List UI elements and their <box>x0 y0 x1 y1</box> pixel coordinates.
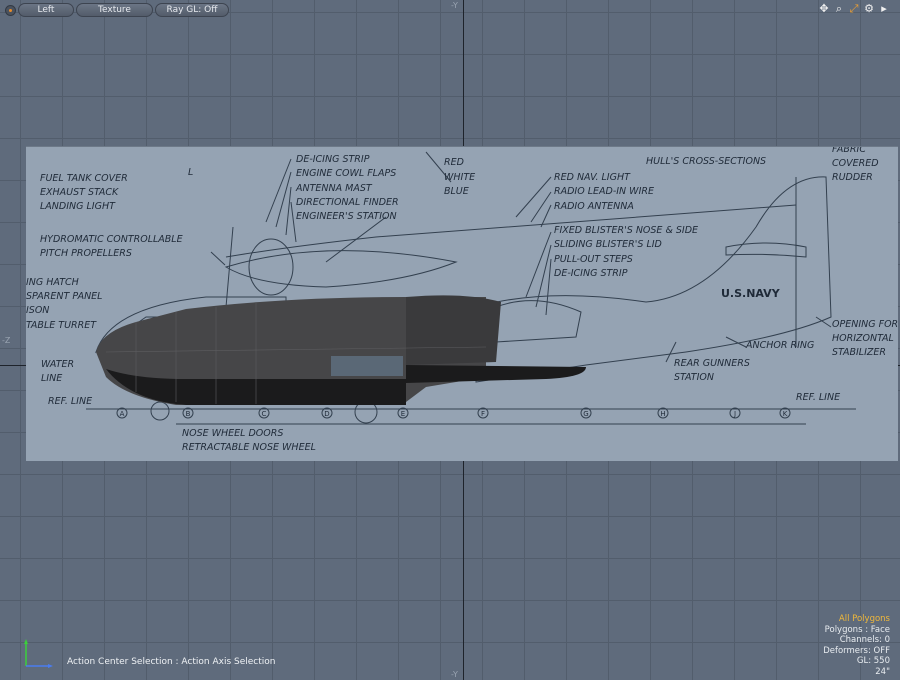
label-rear-gunners: REAR GUNNERS <box>674 358 750 369</box>
grid-size-text: 24" <box>875 666 890 677</box>
engine-cowl <box>248 238 294 296</box>
label-fuel-tank-cover: FUEL TANK COVER <box>40 173 128 184</box>
maximize-icon[interactable]: ⤢ <box>848 2 860 16</box>
axis-label-left: -Z <box>2 336 11 345</box>
label-blue: BLUE <box>444 186 469 197</box>
label-opening-for: OPENING FOR <box>832 319 898 330</box>
hull-rear <box>475 176 832 383</box>
axis-gizmo <box>24 639 53 668</box>
label-anchor-ring: ANCHOR RING <box>745 340 814 351</box>
label-ing-hatch: ING HATCH <box>26 277 79 288</box>
expand-arrow-icon[interactable]: ▸ <box>878 2 890 16</box>
shading-selector-button[interactable]: Texture <box>76 3 153 17</box>
propeller <box>210 226 234 308</box>
label-exhaust-stack: EXHAUST STACK <box>40 187 119 198</box>
station-letter: D <box>324 410 329 418</box>
blister <box>495 300 582 343</box>
label-line: LINE <box>41 373 62 384</box>
label-stabilizer: STABILIZER <box>832 347 886 358</box>
move-view-icon[interactable]: ✥ <box>818 2 830 16</box>
mesh-hull-tail-strip <box>406 365 586 383</box>
zoom-icon[interactable]: ⌕ <box>833 2 845 16</box>
mesh-selection-patch <box>331 356 403 376</box>
label-water: WATER <box>41 359 74 370</box>
label-hydromatic: HYDROMATIC CONTROLLABLE <box>40 234 183 245</box>
blueprint-drawing: DE-ICING STRIP ENGINE COWL FLAPS ANTENNA… <box>26 147 898 453</box>
label-sparent-panel: SPARENT PANEL <box>26 291 102 302</box>
blueprint-backdrop: DE-ICING STRIP ENGINE COWL FLAPS ANTENNA… <box>26 146 898 461</box>
mesh-hull-mid <box>406 295 501 365</box>
label-station: STATION <box>674 372 714 383</box>
station-letter: J <box>733 410 736 418</box>
station-letter: A <box>120 410 125 418</box>
station-letter: K <box>783 410 788 418</box>
wing-nacelle <box>224 250 458 288</box>
raygl-toggle-button[interactable]: Ray GL: Off <box>155 3 229 17</box>
viewport-info-panel: All Polygons Polygons : Face Channels: 0… <box>823 614 890 677</box>
gear-icon[interactable]: ⚙ <box>863 2 875 16</box>
station-letter: B <box>186 410 191 418</box>
label-nose-wheel-doors: NOSE WHEEL DOORS <box>182 428 283 439</box>
channels-text: Channels: 0 <box>839 635 890 645</box>
label-covered: COVERED <box>832 158 879 169</box>
station-letter: C <box>262 410 267 418</box>
viewport-toolbar: Left Texture Ray GL: Off ✥ ⌕ ⤢ ⚙ ▸ <box>0 0 900 17</box>
label-ref-line-left: REF. LINE <box>48 396 92 407</box>
nose-wheel <box>150 401 170 421</box>
view-selector-button[interactable]: Left <box>18 3 74 17</box>
label-us-navy: U.S.NAVY <box>721 287 781 300</box>
deformers-text: Deformers: OFF <box>823 645 890 656</box>
station-letters: A B C D E F G H J K <box>120 410 788 418</box>
label-horizontal: HORIZONTAL <box>832 333 894 344</box>
label-red-nav-light: RED NAV. LIGHT <box>554 172 631 183</box>
station-letter: E <box>401 410 405 418</box>
label-l-marker: L <box>188 167 193 178</box>
label-pitch-propellers: PITCH PROPELLERS <box>40 248 132 259</box>
3d-viewport[interactable]: -Y -Y -Z DE-ICING STRIP ENGINE COWL FLAP… <box>0 0 900 680</box>
label-engineers-station: ENGINEER'S STATION <box>296 211 397 222</box>
viewport-tool-icons: ✥ ⌕ ⤢ ⚙ ▸ <box>818 2 890 16</box>
label-radio-lead-in-wire: RADIO LEAD-IN WIRE <box>554 186 654 197</box>
station-letter: F <box>481 410 485 418</box>
label-radio-antenna: RADIO ANTENNA <box>554 201 634 212</box>
label-red: RED <box>444 157 464 168</box>
viewport-menu-icon[interactable] <box>5 5 16 16</box>
label-retractable-nose-wheel: RETRACTABLE NOSE WHEEL <box>182 442 316 453</box>
label-antenna-mast: ANTENNA MAST <box>295 183 373 194</box>
label-white: WHITE <box>444 172 475 183</box>
label-ref-line-right: REF. LINE <box>796 392 840 403</box>
polygons-mode-text: Polygons : Face <box>824 624 890 635</box>
action-center-status: Action Center Selection : Action Axis Se… <box>67 657 276 667</box>
label-rudder: RUDDER <box>832 172 873 183</box>
label-hulls-cross-sections: HULL'S CROSS-SECTIONS <box>646 156 766 167</box>
selection-mode-text: All Polygons <box>838 614 890 624</box>
label-fabric: FABRIC <box>832 147 866 155</box>
gl-count-text: GL: 550 <box>856 656 890 666</box>
axis-label-bottom: -Y <box>451 670 458 679</box>
label-sliding-blisters: SLIDING BLISTER'S LID <box>554 239 662 250</box>
label-table-turret: TABLE TURRET <box>26 320 97 331</box>
label-deicing-strip-top: DE-ICING STRIP <box>296 154 370 165</box>
station-letter: H <box>660 410 665 418</box>
label-engine-cowl-flaps: ENGINE COWL FLAPS <box>296 168 396 179</box>
label-landing-light: LANDING LIGHT <box>40 201 116 212</box>
label-ison: ISON <box>26 305 49 316</box>
label-deicing-strip-mid: DE-ICING STRIP <box>554 268 628 279</box>
station-letter: G <box>583 410 588 418</box>
label-directional-finder: DIRECTIONAL FINDER <box>296 197 399 208</box>
label-pull-out-steps: PULL-OUT STEPS <box>554 254 633 265</box>
label-fixed-blisters: FIXED BLISTER'S NOSE & SIDE <box>554 225 698 236</box>
